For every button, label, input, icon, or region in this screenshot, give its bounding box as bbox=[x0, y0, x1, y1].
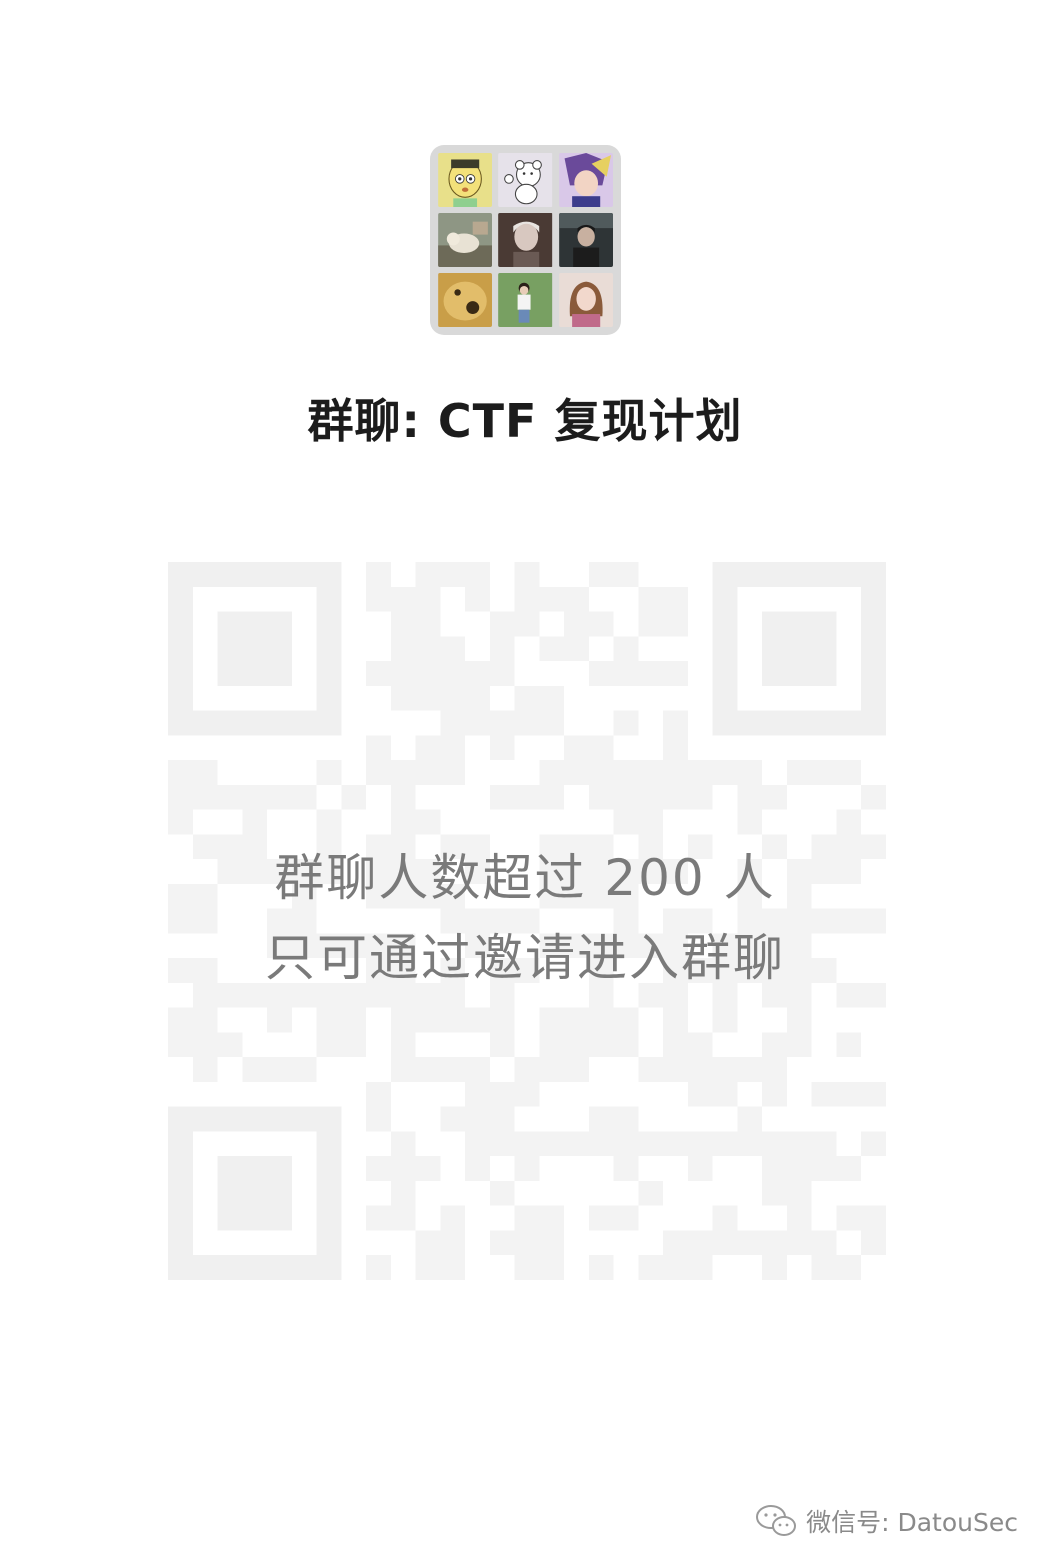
wechat-icon bbox=[754, 1503, 798, 1539]
plush-toy-avatar bbox=[438, 273, 493, 327]
watermark: 微信号: DatouSec bbox=[754, 1503, 1018, 1539]
anime-girl-avatar bbox=[558, 273, 613, 327]
qr-notice-member-limit: 群聊人数超过 200 人 bbox=[274, 849, 776, 907]
cartoon-bear-avatar bbox=[498, 153, 553, 207]
person-portrait-avatar bbox=[498, 213, 553, 267]
watermark-text: 微信号: DatouSec bbox=[806, 1508, 1018, 1537]
group-avatar bbox=[430, 145, 621, 335]
cat-photo-avatar bbox=[438, 213, 493, 267]
group-title: 群聊: CTF 复现计划 bbox=[307, 394, 743, 448]
cartoon-boy-avatar bbox=[438, 153, 493, 207]
person-dark-avatar bbox=[558, 213, 613, 267]
anime-character-avatar bbox=[558, 153, 613, 207]
girl-on-grass-avatar bbox=[498, 273, 553, 327]
qr-notice-invite-only: 只可通过邀请进入群聊 bbox=[265, 929, 785, 987]
